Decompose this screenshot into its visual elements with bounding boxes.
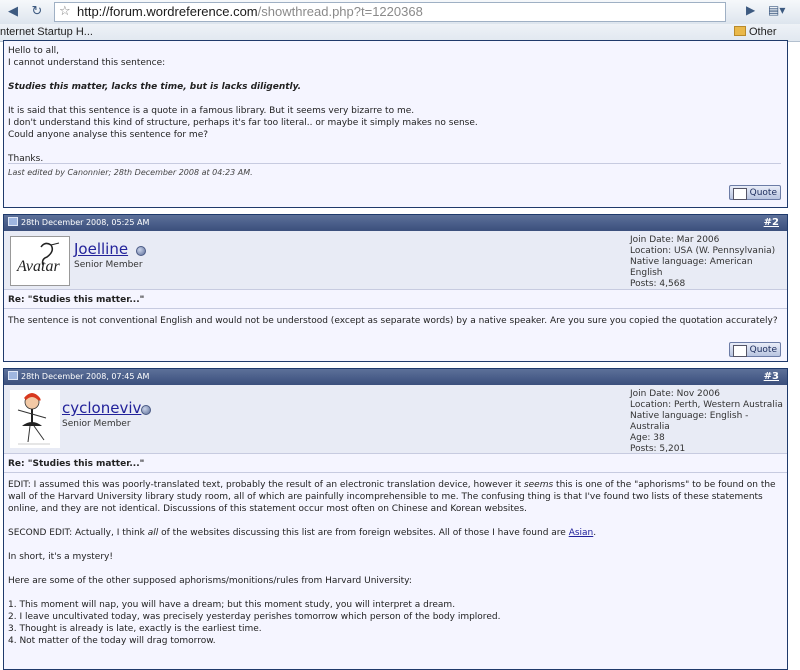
quoted-sentence: Studies this matter, lacks the time, but…	[8, 82, 302, 92]
post-text: In short, it's a mystery!	[8, 552, 113, 562]
url-text: http://forum.wordreference.com/showthrea…	[77, 4, 423, 19]
quote-button[interactable]: Quote	[729, 185, 781, 200]
avatar[interactable]: Avatar	[10, 236, 70, 286]
post-count: Posts: 5,201	[630, 444, 686, 454]
page-menu-icon[interactable]: ▤▾	[768, 3, 785, 17]
post-1: Hello to all, I cannot understand this s…	[3, 40, 788, 208]
go-icon[interactable]: ▶	[746, 3, 755, 17]
post-title: Re: "Studies this matter..."	[4, 290, 787, 309]
edit-paragraph: EDIT: I assumed this was poorly-translat…	[8, 480, 776, 514]
location: Location: USA (W. Pennsylvania)	[630, 246, 776, 256]
quote-button[interactable]: Quote	[729, 342, 781, 357]
join-date: Join Date: Nov 2006	[630, 389, 720, 399]
user-info-area: Avatar Joelline Senior Member Join Date:…	[4, 231, 787, 290]
list-item: 3. Thought is already is late, exactly i…	[8, 624, 262, 634]
post-text: I don't understand this kind of structur…	[8, 118, 478, 128]
post-body: EDIT: I assumed this was poorly-translat…	[4, 473, 787, 647]
post-header: 28th December 2008, 07:45 AM #3	[4, 369, 787, 385]
list-item: 4. Not matter of the today will drag tom…	[8, 636, 216, 646]
post-date: 28th December 2008, 07:45 AM	[8, 369, 149, 385]
post-number-link[interactable]: #3	[764, 369, 779, 385]
post-title: Re: "Studies this matter..."	[4, 454, 787, 473]
location: Location: Perth, Western Australia	[630, 400, 783, 410]
post-number-link[interactable]: #2	[764, 215, 779, 231]
list-item: 2. I leave uncultivated today, was preci…	[8, 612, 501, 622]
avatar-image	[17, 393, 50, 445]
user-title: Senior Member	[74, 260, 143, 270]
address-bar[interactable]: ☆ http://forum.wordreference.com/showthr…	[54, 2, 726, 22]
user-details: Join Date: Mar 2006 Location: USA (W. Pe…	[630, 235, 787, 290]
post-text: Here are some of the other supposed apho…	[8, 576, 412, 586]
second-edit-paragraph: SECOND EDIT: Actually, I think all of th…	[8, 528, 597, 538]
browser-toolbar: ◀ ↻ ☆ http://forum.wordreference.com/sho…	[0, 0, 800, 25]
user-details: Join Date: Nov 2006 Location: Perth, Wes…	[630, 389, 787, 455]
post-text: I cannot understand this sentence:	[8, 58, 166, 68]
native-language: Native language: English - Australia	[630, 411, 749, 432]
join-date: Join Date: Mar 2006	[630, 235, 720, 245]
online-status-icon	[136, 246, 146, 256]
svg-text:Avatar: Avatar	[16, 258, 60, 275]
avatar[interactable]	[10, 390, 60, 448]
avatar-image: Avatar	[16, 242, 60, 275]
post-header: 28th December 2008, 05:25 AM #2	[4, 215, 787, 231]
post-date: 28th December 2008, 05:25 AM	[8, 215, 149, 231]
user-title: Senior Member	[62, 419, 131, 429]
post-3: 28th December 2008, 07:45 AM #3 cyclonev…	[3, 368, 788, 670]
post-count: Posts: 4,568	[630, 279, 686, 289]
bookmark-item[interactable]: nternet Startup H...	[0, 24, 93, 41]
online-status-icon	[141, 405, 151, 415]
username-link[interactable]: cycloneviv	[62, 399, 141, 417]
post-text: Hello to all,	[8, 46, 59, 56]
native-language: Native language: American English	[630, 257, 753, 278]
age: Age: 38	[630, 433, 665, 443]
reload-icon[interactable]: ↻	[28, 3, 46, 21]
post-body: The sentence is not conventional English…	[8, 316, 778, 326]
post-text: Could anyone analyse this sentence for m…	[8, 130, 209, 140]
post-2: 28th December 2008, 05:25 AM #2 Avatar J…	[3, 214, 788, 362]
post-1-body: Hello to all, I cannot understand this s…	[4, 41, 787, 165]
post-text: It is said that this sentence is a quote…	[8, 106, 415, 116]
divider	[8, 163, 781, 164]
page-content: Hello to all, I cannot understand this s…	[0, 40, 800, 670]
list-item: 1. This moment will nap, you will have a…	[8, 600, 456, 610]
back-arrow-icon[interactable]: ◀	[4, 3, 22, 21]
edited-note: Last edited by Canonnier; 28th December …	[8, 168, 253, 177]
user-info-area: cycloneviv Senior Member Join Date: Nov …	[4, 385, 787, 454]
username-link[interactable]: Joelline	[74, 240, 128, 258]
star-icon[interactable]: ☆	[59, 3, 71, 21]
asian-link[interactable]: Asian	[569, 528, 594, 538]
